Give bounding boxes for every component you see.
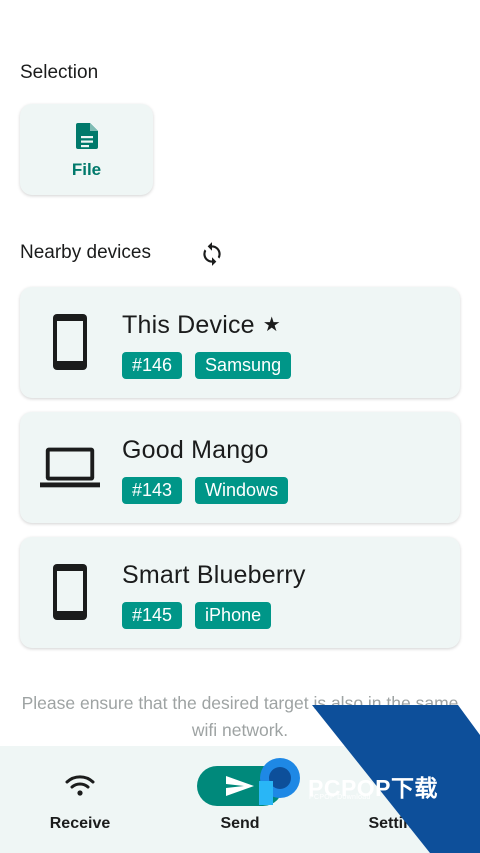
file-select-button[interactable]: File [20,104,153,195]
nav-receive[interactable]: Receive [0,746,160,853]
refresh-button[interactable] [197,239,227,269]
device-card-this-device[interactable]: This Device ★ #146 Samsung [20,287,460,398]
device-name: Good Mango [122,436,269,464]
laptop-icon [40,438,100,496]
device-platform-badge: iPhone [195,602,272,629]
nearby-devices-title: Nearby devices [20,242,151,263]
favorite-star-icon: ★ [262,314,281,336]
device-name: This Device [122,311,255,339]
device-id-badge: #146 [122,352,183,379]
bottom-navigation: Receive Send Settings [0,746,480,853]
nav-receive-label: Receive [49,815,111,832]
phone-icon [40,563,100,621]
nav-settings-label: Settings [368,815,432,832]
gear-icon [391,776,411,796]
device-name: Smart Blueberry [122,561,306,589]
selection-title: Selection [20,62,99,83]
nav-send-label: Send [220,815,260,832]
file-document-icon [75,122,98,149]
wifi-icon [65,775,95,796]
network-hint-text: Please ensure that the desired target is… [21,693,459,740]
device-id-badge: #143 [122,477,183,504]
active-indicator [197,766,283,806]
device-platform-badge: Samsung [195,352,292,379]
app-screen: Selection File Nearby devices This Devic… [0,0,480,853]
device-card-smart-blueberry[interactable]: Smart Blueberry #145 iPhone [20,537,460,648]
send-icon [226,776,254,796]
nav-settings[interactable]: Settings [320,746,480,853]
device-card-good-mango[interactable]: Good Mango #143 Windows [20,412,460,523]
phone-icon [40,313,100,371]
refresh-icon [203,242,221,266]
device-id-badge: #145 [122,602,183,629]
nav-send[interactable]: Send [160,746,320,853]
device-platform-badge: Windows [195,477,289,504]
file-label: File [71,159,102,179]
